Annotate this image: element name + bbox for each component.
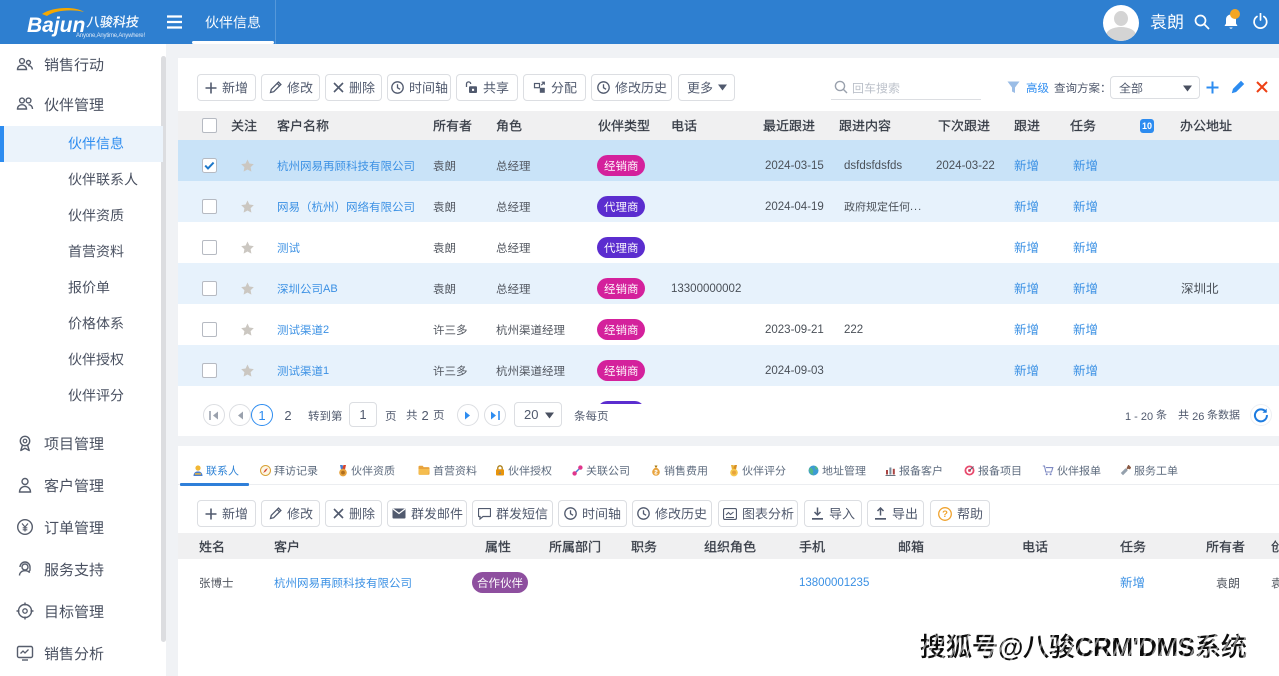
svg-text:?: ? xyxy=(942,509,948,520)
